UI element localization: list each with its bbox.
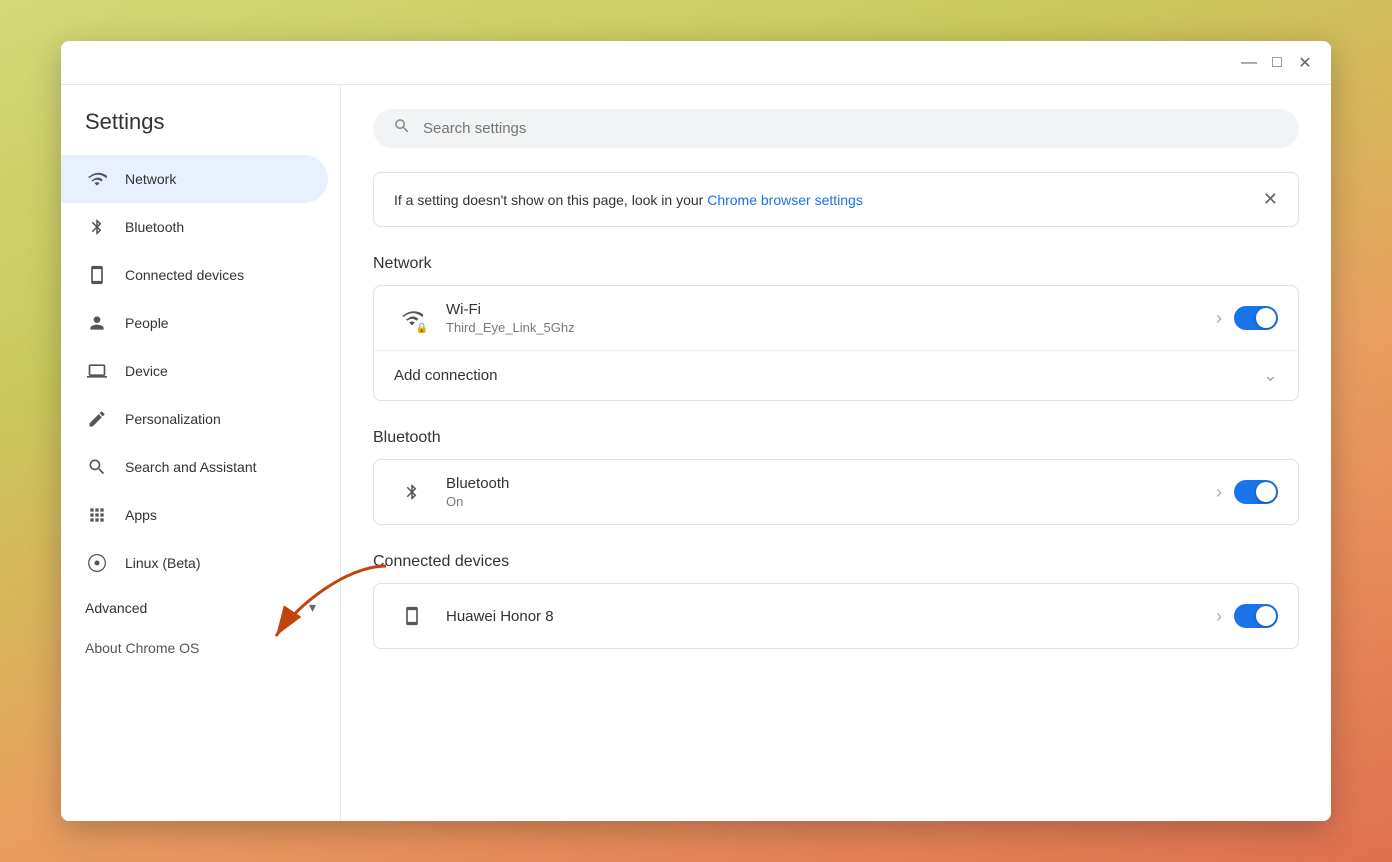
person-icon [85, 311, 109, 335]
sidebar-item-people[interactable]: People [61, 299, 328, 347]
connected-devices-card: Huawei Honor 8 › [373, 583, 1299, 649]
settings-window: — □ ✕ Settings Network [61, 41, 1331, 821]
wifi-row[interactable]: 🔒 Wi-Fi Third_Eye_Link_5Ghz › [374, 286, 1298, 351]
network-section-title: Network [373, 255, 1299, 273]
titlebar: — □ ✕ [61, 41, 1331, 85]
wifi-toggle[interactable] [1234, 306, 1278, 330]
device-icon [85, 263, 109, 287]
search-input[interactable] [423, 120, 1279, 137]
sidebar-advanced[interactable]: Advanced ▾ [61, 587, 340, 628]
search-bar-icon [393, 117, 411, 140]
sidebar-item-network[interactable]: Network [61, 155, 328, 203]
sidebar-about[interactable]: About Chrome OS [61, 628, 340, 670]
wifi-content: Wi-Fi Third_Eye_Link_5Ghz [446, 301, 1216, 335]
bluetooth-title: Bluetooth [446, 475, 1216, 492]
network-card: 🔒 Wi-Fi Third_Eye_Link_5Ghz › Add connec… [373, 285, 1299, 401]
linux-icon [85, 551, 109, 575]
huawei-toggle[interactable] [1234, 604, 1278, 628]
wifi-icon [85, 167, 109, 191]
wifi-actions: › [1216, 306, 1278, 330]
sidebar-item-bluetooth[interactable]: Bluetooth [61, 203, 328, 251]
bluetooth-row-icon [394, 474, 430, 510]
chevron-down-icon: ⌄ [1263, 365, 1278, 386]
sidebar-item-apps[interactable]: Apps [61, 491, 328, 539]
wifi-icon: 🔒 [394, 300, 430, 336]
sidebar-label-connected-devices: Connected devices [125, 267, 244, 283]
sidebar-label-personalization: Personalization [125, 411, 221, 427]
bluetooth-toggle[interactable] [1234, 480, 1278, 504]
sidebar: Settings Network Bluetooth [61, 85, 341, 821]
chevron-right-icon: › [1216, 606, 1222, 627]
sidebar-about-label: About Chrome OS [85, 640, 199, 656]
sidebar-title: Settings [61, 101, 340, 155]
huawei-row[interactable]: Huawei Honor 8 › [374, 584, 1298, 648]
bluetooth-icon [85, 215, 109, 239]
banner-close-icon[interactable]: ✕ [1263, 189, 1278, 210]
chevron-right-icon: › [1216, 308, 1222, 329]
sidebar-advanced-label: Advanced [85, 600, 309, 616]
wifi-subtitle: Third_Eye_Link_5Ghz [446, 320, 1216, 335]
main-content: If a setting doesn't show on this page, … [341, 85, 1331, 821]
close-button[interactable]: ✕ [1295, 53, 1315, 73]
apps-icon [85, 503, 109, 527]
laptop-icon [85, 359, 109, 383]
bluetooth-content: Bluetooth On [446, 475, 1216, 509]
add-connection-label: Add connection [394, 367, 1263, 384]
sidebar-item-device[interactable]: Device [61, 347, 328, 395]
sidebar-label-network: Network [125, 171, 176, 187]
chevron-down-icon: ▾ [309, 599, 316, 616]
huawei-actions: › [1216, 604, 1278, 628]
sidebar-label-bluetooth: Bluetooth [125, 219, 184, 235]
add-connection-row[interactable]: Add connection ⌄ [374, 351, 1298, 400]
wifi-title: Wi-Fi [446, 301, 1216, 318]
huawei-title: Huawei Honor 8 [446, 608, 1216, 625]
sidebar-item-search-assistant[interactable]: Search and Assistant [61, 443, 328, 491]
lock-icon: 🔒 [416, 323, 428, 334]
chrome-browser-settings-link[interactable]: Chrome browser settings [707, 192, 863, 208]
search-bar[interactable] [373, 109, 1299, 148]
sidebar-label-search-assistant: Search and Assistant [125, 459, 257, 475]
bluetooth-row[interactable]: Bluetooth On › [374, 460, 1298, 524]
phone-icon [394, 598, 430, 634]
sidebar-label-device: Device [125, 363, 168, 379]
maximize-button[interactable]: □ [1267, 53, 1287, 73]
bluetooth-actions: › [1216, 480, 1278, 504]
sidebar-label-people: People [125, 315, 169, 331]
info-banner: If a setting doesn't show on this page, … [373, 172, 1299, 227]
banner-text: If a setting doesn't show on this page, … [394, 192, 1247, 208]
sidebar-item-linux[interactable]: Linux (Beta) [61, 539, 328, 587]
chevron-right-icon: › [1216, 482, 1222, 503]
pen-icon [85, 407, 109, 431]
connected-devices-section-title: Connected devices [373, 553, 1299, 571]
sidebar-item-connected-devices[interactable]: Connected devices [61, 251, 328, 299]
content-area: Settings Network Bluetooth [61, 85, 1331, 821]
bluetooth-card: Bluetooth On › [373, 459, 1299, 525]
search-icon [85, 455, 109, 479]
sidebar-label-linux: Linux (Beta) [125, 555, 200, 571]
sidebar-label-apps: Apps [125, 507, 157, 523]
bluetooth-subtitle: On [446, 494, 1216, 509]
huawei-content: Huawei Honor 8 [446, 608, 1216, 625]
sidebar-item-personalization[interactable]: Personalization [61, 395, 328, 443]
minimize-button[interactable]: — [1239, 53, 1259, 73]
bluetooth-section-title: Bluetooth [373, 429, 1299, 447]
